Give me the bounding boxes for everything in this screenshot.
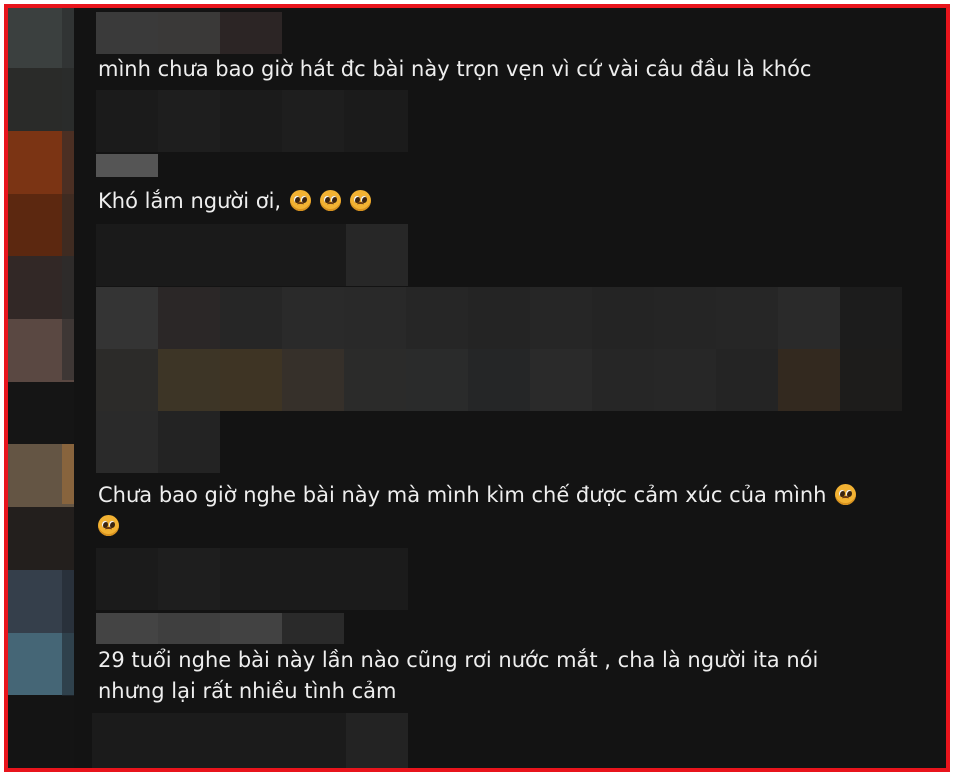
comment-actions-blurred: [96, 90, 408, 152]
pleading-face-icon: [350, 190, 372, 211]
pleading-face-icon: [835, 484, 857, 505]
avatar-column-blurred: [8, 8, 74, 768]
username-blurred: [96, 12, 158, 54]
username-blurred: [96, 154, 158, 177]
comment-text-3-wrap: [98, 511, 119, 542]
comment-text-2: Khó lắm người ơi,: [98, 186, 372, 217]
comment-actions-blurred: [96, 548, 408, 610]
pleading-face-icon: [290, 190, 312, 211]
comment-screenshot-frame: mình chưa bao giờ hát đc bài này trọn vẹ…: [4, 4, 950, 772]
pleading-face-icon: [98, 515, 119, 536]
comment-text-3: Chưa bao giờ nghe bài này mà mình kìm ch…: [98, 480, 857, 511]
comment-text-3-label: Chưa bao giờ nghe bài này mà mình kìm ch…: [98, 483, 827, 507]
username-blurred: [96, 613, 158, 644]
comment-text-4-line-1: 29 tuổi nghe bài này lần nào cũng rơi nư…: [98, 648, 819, 672]
comment-text-1: mình chưa bao giờ hát đc bài này trọn vẹ…: [98, 57, 812, 81]
comment-text-2-label: Khó lắm người ơi,: [98, 189, 282, 213]
comment-text-4-line-2: nhưng lại rất nhiều tình cảm: [98, 679, 397, 703]
pleading-face-icon: [320, 190, 342, 211]
